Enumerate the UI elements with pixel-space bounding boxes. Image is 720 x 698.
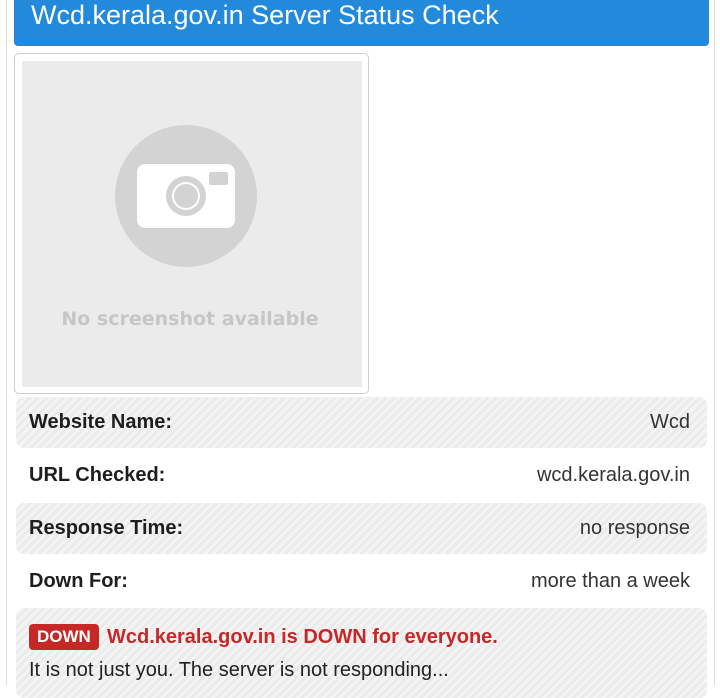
row-value: wcd.kerala.gov.in [536,464,690,486]
row-website-name: Website Name: Wcd [16,397,707,448]
row-label: Down For: [29,570,128,592]
screenshot-placeholder: No screenshot available [22,61,362,387]
row-label: Response Time: [29,517,184,539]
row-label: URL Checked: [29,464,166,486]
row-down-for: Down For: more than a week [16,556,707,607]
no-screenshot-label: No screenshot available [61,308,318,330]
row-value: more than a week [531,570,690,592]
camera-icon: No screenshot available [61,125,319,330]
status-message: It is not just you. The server is not re… [29,659,449,681]
details-list: Website Name: Wcd URL Checked: wcd.keral… [16,397,707,609]
page-title: Wcd.kerala.gov.in Server Status Check [31,0,499,30]
row-url-checked: URL Checked: wcd.kerala.gov.in [16,450,707,501]
row-response-time: Response Time: no response [16,503,707,554]
row-label: Website Name: [29,411,173,433]
header-bar: Wcd.kerala.gov.in Server Status Check [14,0,709,46]
row-value: Wcd [650,411,690,433]
status-badge: DOWN [29,624,99,650]
status-headline: Wcd.kerala.gov.in is DOWN for everyone. [107,626,498,648]
row-value: no response [579,517,690,539]
screenshot-thumbnail: No screenshot available [14,53,369,394]
